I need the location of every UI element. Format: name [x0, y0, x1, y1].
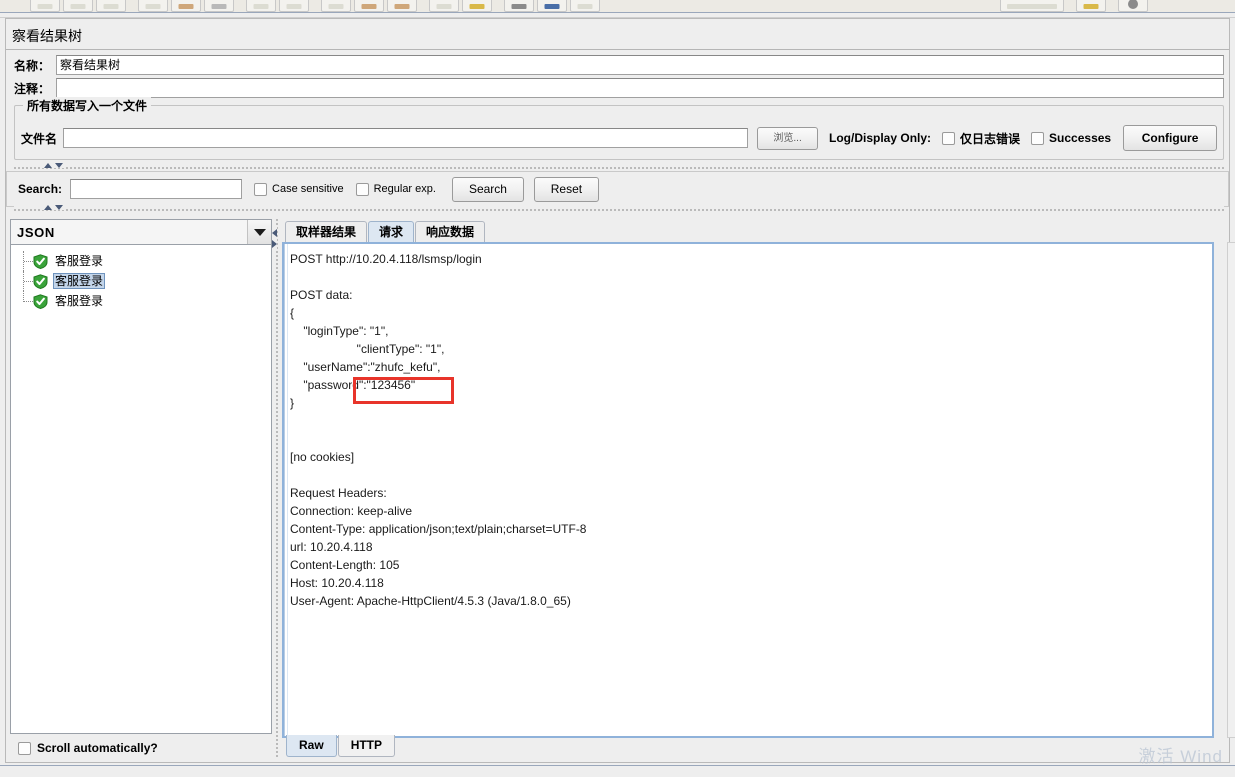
request-content-area[interactable]: POST http://10.20.4.118/lsmsp/login POST…	[282, 242, 1214, 738]
search-label: Search:	[18, 182, 63, 196]
checkbox-box[interactable]	[254, 182, 268, 196]
tree-connector	[23, 271, 33, 291]
copy-icon[interactable]	[171, 0, 201, 12]
raw-http-tabs[interactable]: Raw HTTP	[282, 735, 396, 759]
open-icon[interactable]	[63, 0, 93, 12]
tab-http[interactable]: HTTP	[337, 735, 396, 757]
start-no-timers-icon[interactable]	[387, 0, 417, 12]
split-divider-mid[interactable]	[14, 205, 1224, 214]
tab-sampler-result[interactable]: 取样器结果	[285, 221, 368, 243]
chevron-down-icon	[253, 228, 266, 236]
tree-item-label: 客服登录	[55, 294, 104, 308]
search-bar: Search: Case sensitive Regular exp. Sear…	[6, 171, 1229, 207]
errors-only-label: 仅日志错误	[960, 131, 1021, 146]
successes-label: Successes	[1049, 131, 1112, 145]
tab-raw[interactable]: Raw	[286, 735, 337, 757]
tab-response-data[interactable]: 响应数据	[415, 221, 486, 243]
errors-only-checkbox[interactable]: 仅日志错误	[942, 130, 1020, 147]
save-icon[interactable]	[96, 0, 126, 12]
log-display-only-label: Log/Display Only:	[829, 131, 932, 145]
renderer-combobox[interactable]: JSON	[10, 219, 272, 245]
result-detail-panel: 取样器结果 请求 响应数据 POST http://10.20.4.118/ls…	[281, 219, 1235, 759]
chevron-down-icon[interactable]	[55, 205, 63, 210]
chevron-up-icon[interactable]	[44, 163, 52, 168]
search-input[interactable]	[70, 179, 243, 199]
chevron-down-icon[interactable]	[55, 163, 63, 168]
tree-connector	[23, 251, 33, 271]
regular-exp-checkbox[interactable]: Regular exp.	[355, 182, 436, 196]
tab-request[interactable]: 请求	[368, 221, 415, 243]
checkbox-box[interactable]	[942, 131, 956, 145]
configure-button[interactable]: Configure	[1123, 125, 1217, 151]
tree-item-0[interactable]: 客服登录	[11, 251, 271, 271]
scroll-automatically-label: Scroll automatically?	[37, 741, 158, 755]
toggle-icon[interactable]	[321, 0, 351, 12]
start-icon[interactable]	[354, 0, 384, 12]
success-shield-icon	[33, 293, 48, 309]
chevron-up-icon[interactable]	[44, 205, 52, 210]
reset-button[interactable]: Reset	[533, 176, 599, 202]
name-input[interactable]: 察看结果树	[56, 55, 1224, 75]
combobox-arrow-button[interactable]	[247, 220, 271, 244]
case-sensitive-checkbox[interactable]: Case sensitive	[254, 182, 344, 196]
comment-label: 注释：	[14, 81, 51, 96]
request-text: POST http://10.20.4.118/lsmsp/login POST…	[290, 252, 587, 608]
main-toolbar[interactable]	[0, 0, 1235, 13]
success-shield-icon	[33, 273, 48, 289]
name-label: 名称：	[14, 58, 51, 73]
progress-indicator	[1000, 0, 1064, 12]
write-all-data-to-file-group: 所有数据写入一个文件 文件名 浏览... Log/Display Only: 仅…	[14, 97, 1224, 160]
checkbox-box[interactable]	[18, 741, 31, 755]
help-icon[interactable]	[1118, 0, 1148, 12]
chevron-left-icon[interactable]	[272, 229, 277, 237]
content-scrollbar[interactable]	[1227, 242, 1235, 738]
result-tabs[interactable]: 取样器结果 请求 响应数据	[281, 219, 486, 243]
divider-arrows[interactable]	[42, 163, 65, 168]
function-helper-icon[interactable]	[1076, 0, 1106, 12]
tree-item-1[interactable]: 客服登录	[11, 271, 271, 291]
collapse-icon[interactable]	[279, 0, 309, 12]
tree-item-label: 客服登录	[55, 254, 104, 268]
clear-all-icon[interactable]	[537, 0, 567, 12]
search-button[interactable]: Search	[451, 176, 524, 202]
cut-icon[interactable]	[138, 0, 168, 12]
tree-item-2[interactable]: 客服登录	[11, 291, 271, 311]
tree-connector	[23, 291, 33, 302]
expand-icon[interactable]	[246, 0, 276, 12]
chevron-right-icon[interactable]	[272, 240, 277, 248]
search-icon[interactable]	[570, 0, 600, 12]
browse-button[interactable]: 浏览...	[757, 126, 819, 150]
group-title: 所有数据写入一个文件	[23, 97, 152, 114]
successes-checkbox[interactable]: Successes	[1031, 131, 1111, 145]
comment-input[interactable]	[56, 78, 1224, 98]
page-title: 察看结果树	[6, 22, 1229, 50]
new-icon[interactable]	[30, 0, 60, 12]
clear-icon[interactable]	[504, 0, 534, 12]
renderer-selected-value: JSON	[17, 224, 55, 240]
activate-windows-watermark: 激活 Wind	[1138, 747, 1223, 766]
divider-arrows[interactable]	[272, 227, 277, 250]
toolbar-shadow	[0, 13, 1235, 18]
stop-icon[interactable]	[429, 0, 459, 12]
tree-item-label: 客服登录	[53, 273, 106, 289]
filename-label: 文件名	[21, 131, 58, 146]
divider-arrows[interactable]	[42, 205, 65, 210]
status-bar	[0, 765, 1235, 777]
checkbox-box[interactable]	[1031, 131, 1045, 145]
comment-row: 注释：	[14, 77, 1224, 99]
success-shield-icon	[33, 253, 48, 269]
case-sensitive-label: Case sensitive	[272, 183, 344, 195]
name-row: 名称： 察看结果树	[14, 54, 1224, 76]
paste-icon[interactable]	[204, 0, 234, 12]
results-tree[interactable]: 客服登录 客服登录 客服登录	[10, 245, 272, 734]
results-tree-panel: JSON 客服登录 客服登录 客服登录 Scroll automatically…	[10, 219, 272, 759]
jmeter-view-results-tree-window: 察看结果树 名称： 察看结果树 注释： 所有数据写入一个文件 文件名 浏览...…	[0, 0, 1235, 777]
regular-exp-label: Regular exp.	[373, 183, 436, 195]
filename-input[interactable]	[63, 128, 749, 148]
shutdown-icon[interactable]	[462, 0, 492, 12]
split-divider-vertical[interactable]	[272, 219, 281, 759]
scroll-automatically-checkbox[interactable]: Scroll automatically?	[10, 737, 272, 759]
checkbox-box[interactable]	[355, 182, 369, 196]
